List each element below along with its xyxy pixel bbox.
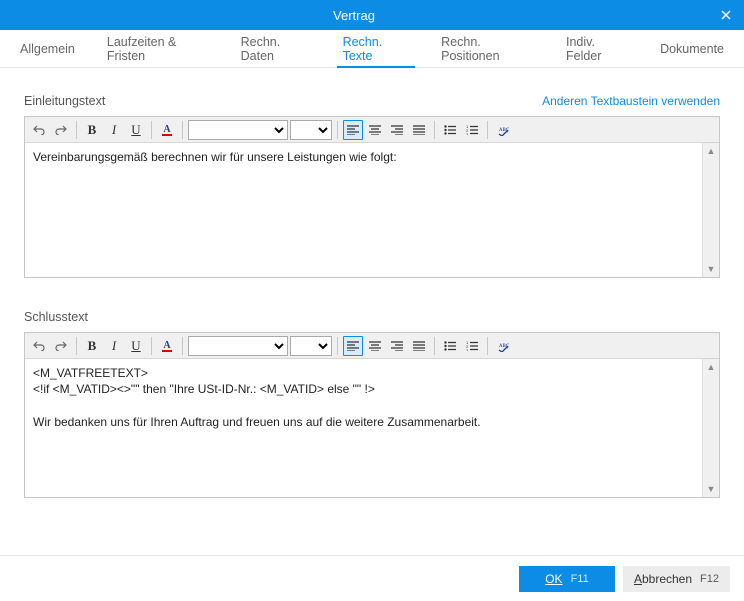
bullet-list-button[interactable] <box>440 336 460 356</box>
intro-scrollbar[interactable]: ▲ ▼ <box>702 143 719 277</box>
svg-text:ᴀʙç: ᴀʙç <box>499 125 509 133</box>
italic-button[interactable]: I <box>104 336 124 356</box>
svg-text:3: 3 <box>466 132 469 135</box>
italic-icon: I <box>112 338 116 354</box>
underline-icon: U <box>131 122 140 138</box>
bold-button[interactable]: B <box>82 120 102 140</box>
underline-button[interactable]: U <box>126 120 146 140</box>
svg-text:ᴀʙç: ᴀʙç <box>499 341 509 349</box>
align-center-button[interactable] <box>365 120 385 140</box>
font-color-button[interactable]: A <box>157 120 177 140</box>
align-left-button[interactable] <box>343 336 363 356</box>
cancel-button[interactable]: Abbrechen F12 <box>623 566 730 592</box>
scroll-down-icon[interactable]: ▼ <box>703 481 719 497</box>
align-justify-button[interactable] <box>409 120 429 140</box>
spellcheck-icon: ᴀʙç <box>496 340 510 352</box>
bold-button[interactable]: B <box>82 336 102 356</box>
font-family-select[interactable] <box>188 120 288 140</box>
align-left-button[interactable] <box>343 120 363 140</box>
tab-allgemein[interactable]: Allgemein <box>4 30 91 67</box>
numbered-list-icon: 123 <box>466 125 478 135</box>
tab-dokumente[interactable]: Dokumente <box>644 30 740 67</box>
spellcheck-button[interactable]: ᴀʙç <box>493 120 513 140</box>
tab-rechn-daten[interactable]: Rechn. Daten <box>225 30 327 67</box>
font-size-select[interactable] <box>290 120 332 140</box>
align-left-icon <box>347 125 359 135</box>
svg-text:3: 3 <box>466 348 469 351</box>
closing-scrollbar[interactable]: ▲ ▼ <box>702 359 719 497</box>
align-center-button[interactable] <box>365 336 385 356</box>
font-family-select[interactable] <box>188 336 288 356</box>
intro-header: Einleitungstext Anderen Textbaustein ver… <box>24 94 720 108</box>
intro-editor: B I U A 123 ᴀʙç Vereinbarungsgemäß berec… <box>24 116 720 278</box>
align-left-icon <box>347 341 359 351</box>
content-area: Einleitungstext Anderen Textbaustein ver… <box>0 68 744 510</box>
bullet-list-icon <box>444 125 456 135</box>
redo-icon <box>55 341 67 351</box>
align-right-button[interactable] <box>387 120 407 140</box>
align-center-icon <box>369 341 381 351</box>
align-right-icon <box>391 125 403 135</box>
bullet-list-icon <box>444 341 456 351</box>
close-button[interactable] <box>708 0 744 30</box>
titlebar: Vertrag <box>0 0 744 30</box>
align-right-icon <box>391 341 403 351</box>
svg-text:A: A <box>163 340 171 351</box>
scroll-up-icon[interactable]: ▲ <box>703 143 719 159</box>
undo-icon <box>33 125 45 135</box>
intro-toolbar: B I U A 123 ᴀʙç <box>25 117 719 143</box>
underline-button[interactable]: U <box>126 336 146 356</box>
bold-icon: B <box>88 122 97 138</box>
align-right-button[interactable] <box>387 336 407 356</box>
spellcheck-icon: ᴀʙç <box>496 124 510 136</box>
window-title: Vertrag <box>0 8 708 23</box>
closing-body-wrap: <M_VATFREETEXT> <!if <M_VATID><>"" then … <box>25 359 719 497</box>
tab-rechn-positionen[interactable]: Rechn. Positionen <box>425 30 550 67</box>
closing-editor: B I U A 123 ᴀʙç <M_VATFREETEXT> <!if <M_… <box>24 332 720 498</box>
redo-button[interactable] <box>51 120 71 140</box>
tab-laufzeiten[interactable]: Laufzeiten & Fristen <box>91 30 225 67</box>
font-color-button[interactable]: A <box>157 336 177 356</box>
bullet-list-button[interactable] <box>440 120 460 140</box>
intro-textarea[interactable]: Vereinbarungsgemäß berechnen wir für uns… <box>25 143 702 277</box>
redo-button[interactable] <box>51 336 71 356</box>
numbered-list-button[interactable]: 123 <box>462 336 482 356</box>
closing-label: Schlusstext <box>24 310 88 324</box>
use-other-template-link[interactable]: Anderen Textbaustein verwenden <box>542 94 720 108</box>
numbered-list-button[interactable]: 123 <box>462 120 482 140</box>
underline-icon: U <box>131 338 140 354</box>
font-color-icon: A <box>160 123 174 137</box>
dialog-footer: OK F11 Abbrechen F12 <box>0 555 744 601</box>
align-justify-button[interactable] <box>409 336 429 356</box>
align-center-icon <box>369 125 381 135</box>
redo-icon <box>55 125 67 135</box>
ok-button[interactable]: OK F11 <box>519 566 615 592</box>
tab-rechn-texte[interactable]: Rechn. Texte <box>327 30 426 67</box>
close-icon <box>721 10 731 20</box>
intro-label: Einleitungstext <box>24 94 105 108</box>
italic-icon: I <box>112 122 116 138</box>
align-justify-icon <box>413 341 425 351</box>
closing-header: Schlusstext <box>24 310 720 324</box>
tab-indiv-felder[interactable]: Indiv. Felder <box>550 30 644 67</box>
align-justify-icon <box>413 125 425 135</box>
svg-text:A: A <box>163 124 171 135</box>
bold-icon: B <box>88 338 97 354</box>
font-color-icon: A <box>160 339 174 353</box>
numbered-list-icon: 123 <box>466 341 478 351</box>
closing-textarea[interactable]: <M_VATFREETEXT> <!if <M_VATID><>"" then … <box>25 359 702 497</box>
undo-button[interactable] <box>29 336 49 356</box>
undo-icon <box>33 341 45 351</box>
undo-button[interactable] <box>29 120 49 140</box>
spellcheck-button[interactable]: ᴀʙç <box>493 336 513 356</box>
italic-button[interactable]: I <box>104 120 124 140</box>
scroll-down-icon[interactable]: ▼ <box>703 261 719 277</box>
intro-body-wrap: Vereinbarungsgemäß berechnen wir für uns… <box>25 143 719 277</box>
font-size-select[interactable] <box>290 336 332 356</box>
scroll-up-icon[interactable]: ▲ <box>703 359 719 375</box>
tab-bar: Allgemein Laufzeiten & Fristen Rechn. Da… <box>0 30 744 68</box>
closing-toolbar: B I U A 123 ᴀʙç <box>25 333 719 359</box>
